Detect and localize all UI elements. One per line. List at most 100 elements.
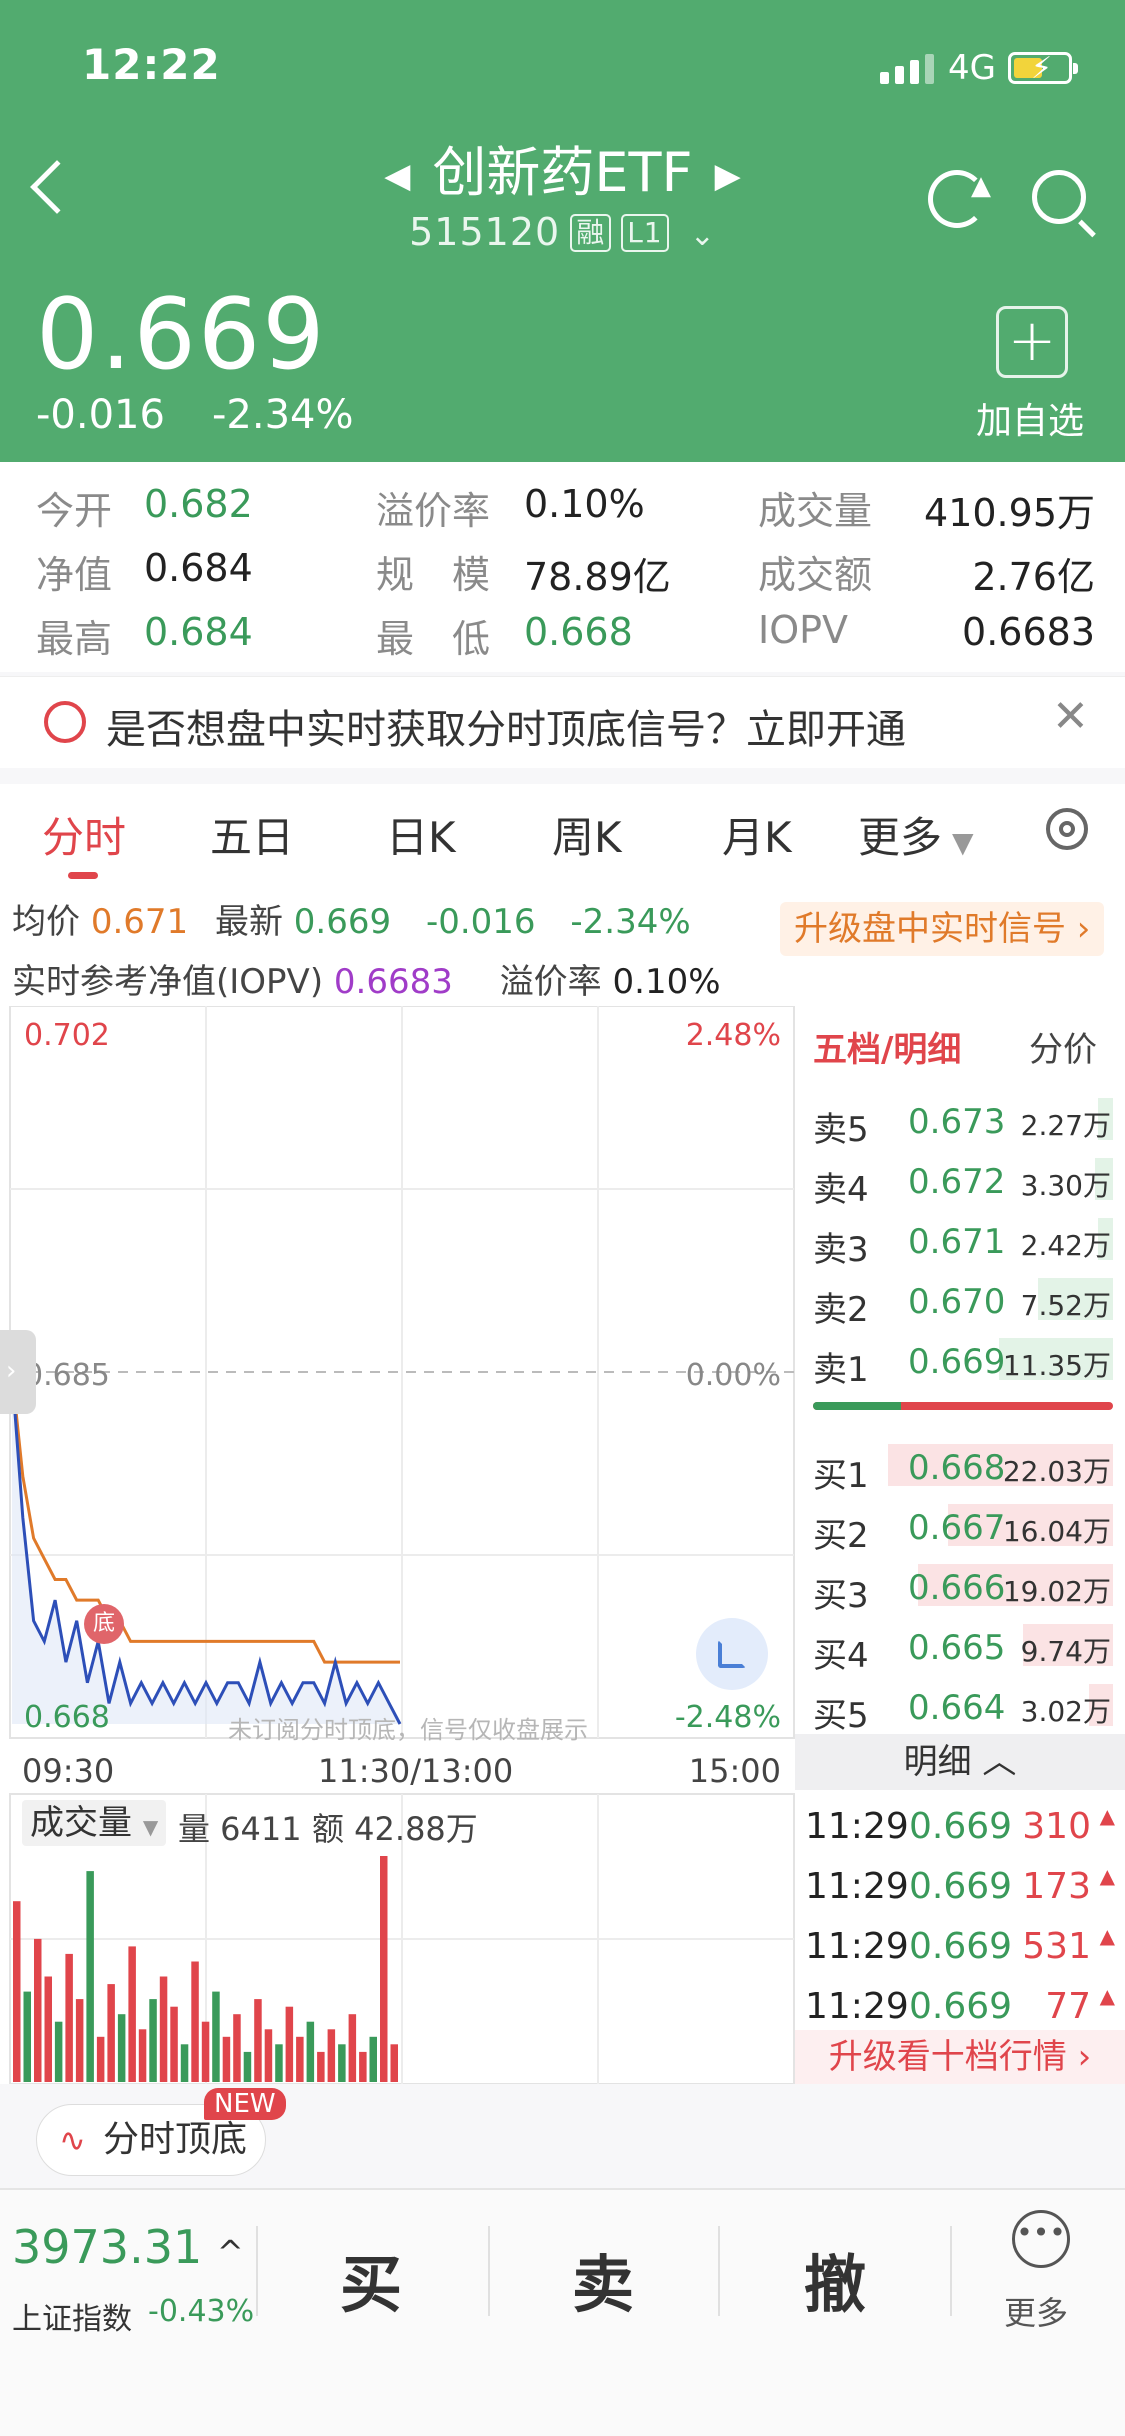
ask-5-label: 卖5	[813, 1110, 869, 1150]
sell-button[interactable]: 卖	[572, 2234, 634, 2324]
bid-1-vol: 22.03万	[1002, 1455, 1111, 1488]
y-mid-pct: 0.00%	[685, 1358, 781, 1393]
price-change: -0.016	[36, 392, 165, 438]
chevron-up-icon: ^	[216, 2233, 244, 2271]
index-value[interactable]: 3973.31 ^	[12, 2220, 244, 2274]
x-mid-time: 11:30/13:00	[318, 1752, 514, 1790]
settings-icon[interactable]	[1046, 808, 1088, 850]
close-icon[interactable]: ✕	[1052, 691, 1089, 742]
chart-info: 均价 0.671 最新 0.669 -0.016 -2.34% 实时参考净值(I…	[0, 886, 1125, 1006]
security-name: 创新药ETF	[432, 141, 693, 204]
side-drawer-handle[interactable]: ›	[0, 1330, 36, 1414]
bid-row-3: 买3 0.666 19.02万	[795, 1556, 1125, 1616]
caret-down-icon: ▼	[952, 826, 974, 859]
volume-bar	[149, 1999, 157, 2082]
ask-5-vol: 2.27万	[1020, 1109, 1111, 1142]
signal-button-label: 分时顶底	[103, 2119, 248, 2160]
index-value-text: 3973.31	[12, 2220, 203, 2274]
add-watchlist-label[interactable]: 加自选	[976, 392, 1084, 444]
volume-bar	[390, 2044, 398, 2082]
more-label[interactable]: 更多	[1004, 2288, 1068, 2334]
volume-indicator-select[interactable]: 成交量 ▼	[22, 1800, 167, 1846]
upgrade-signal-button[interactable]: 升级盘中实时信号 ›	[780, 902, 1105, 956]
volume-bar	[138, 2029, 147, 2082]
fullscreen-icon[interactable]	[696, 1618, 768, 1690]
volume-bar	[264, 2029, 273, 2082]
iopv-ref-value: 0.6683	[333, 962, 453, 1002]
trade-row: 11:29 0.669 310 ▲	[795, 1796, 1125, 1856]
trade-row: 11:29 0.669 173 ▲	[795, 1856, 1125, 1916]
volume-bar	[65, 1953, 73, 2082]
tab-weekly-k[interactable]: 周K	[552, 804, 622, 865]
high-value: 0.684	[144, 610, 253, 654]
scale-label: 规 模	[376, 553, 491, 597]
search-icon[interactable]	[1032, 170, 1096, 238]
trade-volume: 310	[1022, 1806, 1091, 1847]
ask-4-label: 卖4	[813, 1170, 869, 1210]
tab-daily-k[interactable]: 日K	[386, 804, 456, 865]
trade-price: 0.669	[909, 1806, 1013, 1847]
info-premium-label: 溢价率	[499, 962, 602, 1002]
ask-4-vol: 3.30万	[1020, 1169, 1111, 1202]
amount-value: 2.76亿	[972, 555, 1095, 599]
buy-button[interactable]: 买	[340, 2234, 402, 2324]
bid-row-4: 买4 0.665 9.74万	[795, 1616, 1125, 1676]
up-arrow-icon: ▲	[1099, 1924, 1115, 1948]
signal-icon	[44, 701, 86, 743]
tab-five-day[interactable]: 五日	[210, 804, 294, 865]
trade-volume: 173	[1022, 1866, 1091, 1907]
bottom-signal-marker[interactable]: 底	[84, 1604, 124, 1644]
tab-intraday[interactable]: 分时	[42, 804, 126, 865]
detail-toggle[interactable]: 明细 ︿	[795, 1734, 1125, 1790]
volume-bar	[212, 1991, 220, 2082]
trade-time: 11:29	[805, 1986, 909, 2027]
upgrade-level10-label: 升级看十档行情	[828, 2037, 1067, 2077]
volume-bar	[159, 1976, 168, 2082]
intraday-chart-area[interactable]: 0.702 2.48% 0.685 0.00% 0.668 -2.48% 未订阅…	[0, 1005, 795, 2085]
bid-4-vol: 9.74万	[1020, 1635, 1111, 1668]
up-arrow-icon: ▲	[1099, 1984, 1115, 2008]
latest-value: 0.669	[293, 902, 392, 942]
refresh-icon[interactable]: ▲	[928, 170, 991, 228]
tab-more[interactable]: 更多 ▼	[858, 804, 974, 865]
orderbook-tab[interactable]: 五档/明细	[813, 1022, 961, 1071]
add-watchlist-button[interactable]: +	[996, 306, 1068, 378]
avg-value: 0.671	[90, 902, 189, 942]
scale-value: 78.89亿	[524, 555, 671, 599]
ask-5-price: 0.673	[908, 1102, 1006, 1142]
y-max-price: 0.702	[24, 1018, 110, 1053]
volume-bar	[380, 1856, 388, 2082]
next-security-icon[interactable]: ▶	[715, 156, 741, 196]
iopv-ref-label: 实时参考净值(IOPV)	[12, 962, 324, 1002]
volume-bar	[117, 2014, 126, 2082]
nav-label: 净值	[36, 553, 113, 597]
volume-bar	[75, 1999, 84, 2082]
bid-3-price: 0.666	[908, 1568, 1006, 1608]
premium-label: 溢价率	[376, 489, 491, 533]
amount-label: 成交额	[758, 553, 873, 597]
upgrade-signal-label: 升级盘中实时信号	[794, 909, 1066, 949]
intraday-chart[interactable]	[0, 1005, 795, 2085]
iopv-label: IOPV	[758, 608, 849, 652]
price-distribution-tab[interactable]: 分价	[1029, 1022, 1097, 1071]
tab-monthly-k[interactable]: 月K	[722, 804, 792, 865]
info-row-1: 均价 0.671 最新 0.669 -0.016 -2.34%	[12, 894, 691, 943]
iopv-value: 0.6683	[962, 610, 1095, 654]
more-icon[interactable]: •••	[1012, 2210, 1070, 2268]
ask-3-price: 0.671	[908, 1222, 1006, 1262]
quote-header: 12:22 4G ⚡ ◀ 创新药ETF ▶ 515120 融 L1 ⌄ ▲ 0.669 …	[0, 0, 1125, 462]
info-premium-value: 0.10%	[612, 962, 721, 1002]
volume-indicator-label: 成交量	[30, 1803, 132, 1843]
signal-promo-banner[interactable]: 是否想盘中实时获取分时顶底信号？立即开通 ✕	[0, 676, 1125, 768]
divider	[718, 2226, 720, 2316]
battery-icon: ⚡	[1008, 51, 1078, 86]
chevron-down-icon[interactable]: ⌄	[690, 218, 716, 253]
x-start-time: 09:30	[22, 1752, 115, 1790]
promo-text[interactable]: 是否想盘中实时获取分时顶底信号？立即开通	[106, 697, 906, 755]
ask-ratio-segment	[813, 1402, 901, 1410]
upgrade-level10-button[interactable]: 升级看十档行情 ›	[795, 2030, 1125, 2084]
prev-security-icon[interactable]: ◀	[384, 156, 410, 196]
bid-row-5: 买5 0.664 3.02万	[795, 1676, 1125, 1736]
volume-bar	[306, 2021, 315, 2082]
cancel-order-button[interactable]: 撤	[804, 2234, 866, 2324]
